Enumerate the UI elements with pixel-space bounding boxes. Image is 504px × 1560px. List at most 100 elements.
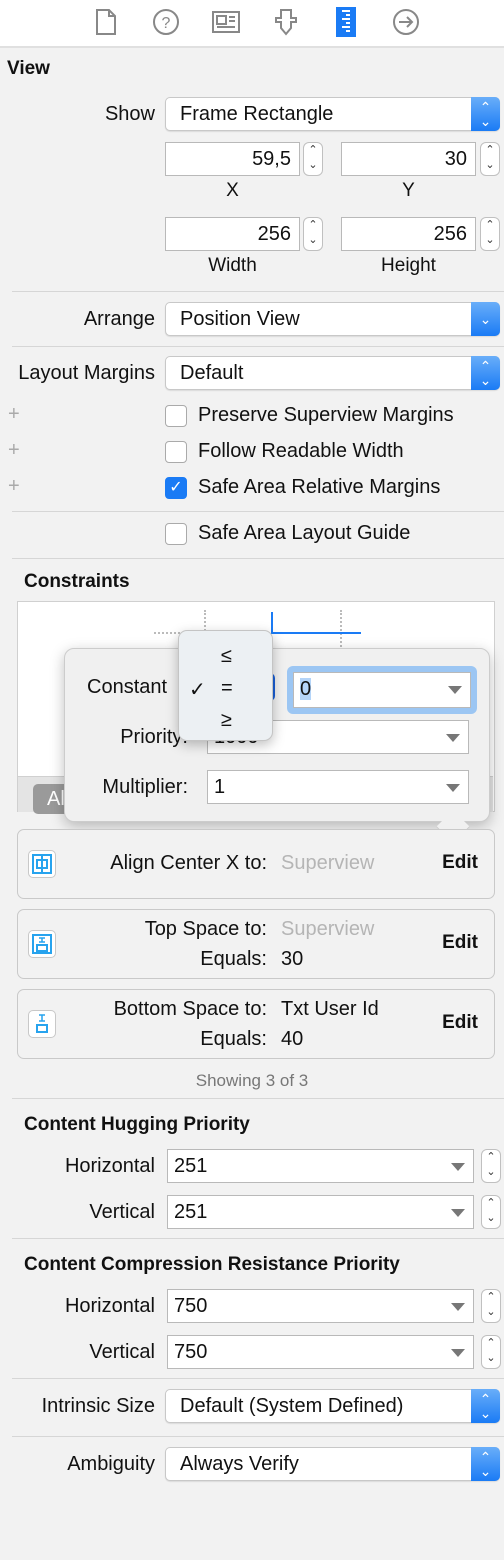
divider: [12, 346, 504, 347]
hugging-vertical-label: Vertical: [89, 1201, 155, 1223]
identity-icon[interactable]: [212, 8, 240, 36]
multiplier-label: Multiplier:: [102, 776, 188, 798]
plus-icon[interactable]: +: [8, 403, 20, 426]
intrinsic-size-label: Intrinsic Size: [41, 1395, 155, 1417]
arrange-value: Position View: [180, 308, 300, 330]
multiplier-combo[interactable]: 1: [207, 770, 469, 804]
width-label: Width: [208, 255, 257, 276]
constraint-constant: 40: [281, 1028, 304, 1050]
constraint-constant: 30: [281, 948, 304, 970]
layout-margins-popup[interactable]: Default ⌃ ⌄: [165, 356, 500, 390]
compression-vertical-combo[interactable]: 750: [167, 1335, 474, 1369]
edit-button[interactable]: Edit: [442, 852, 478, 874]
plus-icon[interactable]: +: [8, 475, 20, 498]
dropdown-arrow-icon: [451, 1209, 465, 1217]
intrinsic-size-popup[interactable]: Default (System Defined) ⌃ ⌄: [165, 1389, 500, 1423]
menu-item-equal[interactable]: =: [221, 677, 233, 700]
height-field[interactable]: 256: [341, 217, 476, 251]
divider: [12, 558, 504, 559]
constraint-label: Bottom Space to:: [113, 998, 267, 1020]
hugging-vertical-combo[interactable]: 251: [167, 1195, 474, 1229]
x-stepper[interactable]: ⌃ ⌄: [303, 142, 323, 176]
plus-icon[interactable]: +: [8, 439, 20, 462]
dropdown-arrow-icon: [451, 1163, 465, 1171]
dropdown-arrow-icon: [451, 1349, 465, 1357]
safe-area-relative-margins-checkbox[interactable]: ✓: [165, 477, 187, 499]
preserve-superview-margins-checkbox[interactable]: [165, 405, 187, 427]
constraint-row[interactable]: Top Space to: Superview Equals: 30 Edit: [17, 909, 495, 979]
showing-count: Showing 3 of 3: [195, 1071, 309, 1090]
constraint-target: Superview: [281, 918, 375, 940]
safe-area-layout-guide-checkbox[interactable]: [165, 523, 187, 545]
checkmark-icon: ✓: [189, 679, 206, 701]
constraint-row[interactable]: Bottom Space to: Txt User Id Equals: 40 …: [17, 989, 495, 1059]
compression-vertical-label: Vertical: [89, 1341, 155, 1363]
constraint-edit-popover: Constant 0 Priority: 1000 Multiplier: 1: [64, 648, 490, 844]
attributes-icon[interactable]: [272, 8, 300, 36]
ambiguity-label: Ambiguity: [67, 1453, 155, 1475]
arrange-popup[interactable]: Position View ⌄: [165, 302, 500, 336]
menu-item-greater-equal[interactable]: ≥: [221, 709, 232, 732]
dropdown-arrow-icon: [451, 1303, 465, 1311]
checkbox-label: Safe Area Layout Guide: [198, 522, 411, 544]
menu-item-less-equal[interactable]: ≤: [221, 645, 232, 668]
constraint-equals-label: Equals:: [200, 1028, 267, 1050]
divider: [12, 291, 504, 292]
size-ruler-icon[interactable]: [332, 7, 360, 37]
intrinsic-size-value: Default (System Defined): [180, 1395, 404, 1417]
constraint-target: Txt User Id: [281, 998, 379, 1020]
x-field[interactable]: 59,5: [165, 142, 300, 176]
dropdown-arrow-icon: [448, 686, 462, 694]
help-icon[interactable]: ?: [152, 8, 180, 36]
chevron-updown-icon: ⌃ ⌄: [471, 1389, 500, 1423]
y-label: Y: [402, 180, 415, 201]
constraint-row[interactable]: Align Center X to: Superview Edit: [17, 829, 495, 899]
height-stepper[interactable]: ⌃ ⌄: [480, 217, 500, 251]
multiplier-value: 1: [214, 776, 226, 798]
hugging-title: Content Hugging Priority: [24, 1114, 250, 1135]
divider: [12, 511, 504, 512]
width-stepper[interactable]: ⌃ ⌄: [303, 217, 323, 251]
constraint-target: Superview: [281, 852, 375, 874]
layout-margins-label: Layout Margins: [18, 362, 155, 384]
compression-horizontal-combo[interactable]: 750: [167, 1289, 474, 1323]
checkbox-label: Follow Readable Width: [198, 440, 404, 462]
arrange-label: Arrange: [83, 308, 155, 330]
compression-horizontal-stepper[interactable]: ⌃ ⌄: [481, 1289, 501, 1323]
constant-combo[interactable]: 0: [293, 672, 471, 708]
layout-margins-value: Default: [180, 362, 244, 384]
hugging-horizontal-combo[interactable]: 251: [167, 1149, 474, 1183]
compression-vertical-stepper[interactable]: ⌃ ⌄: [481, 1335, 501, 1369]
checkbox-label: Safe Area Relative Margins: [198, 476, 441, 498]
ambiguity-popup[interactable]: Always Verify ⌃ ⌄: [165, 1447, 500, 1481]
hugging-horizontal-label: Horizontal: [64, 1155, 155, 1177]
divider: [12, 1098, 504, 1099]
y-stepper[interactable]: ⌃ ⌄: [480, 142, 500, 176]
view-section-title: View: [7, 58, 50, 79]
connections-icon[interactable]: [392, 8, 420, 36]
constraint-equals-label: Equals:: [200, 948, 267, 970]
y-field[interactable]: 30: [341, 142, 476, 176]
value: 750: [174, 1341, 208, 1363]
compression-title: Content Compression Resistance Priority: [24, 1254, 400, 1275]
bottom-space-icon: [28, 1010, 56, 1038]
hugging-vertical-stepper[interactable]: ⌃ ⌄: [481, 1195, 501, 1229]
ambiguity-value: Always Verify: [180, 1453, 299, 1475]
top-space-icon: [28, 930, 56, 958]
chevron-down-icon: ⌄: [471, 302, 500, 336]
height-label: Height: [381, 255, 436, 276]
file-icon[interactable]: [92, 8, 120, 36]
show-popup[interactable]: Frame Rectangle ⌃ ⌄: [165, 97, 500, 131]
value: 750: [174, 1295, 208, 1317]
edit-button[interactable]: Edit: [442, 932, 478, 954]
svg-text:?: ?: [162, 15, 171, 32]
value: 251: [174, 1201, 208, 1223]
dropdown-arrow-icon: [446, 734, 460, 742]
width-field[interactable]: 256: [165, 217, 300, 251]
align-center-x-icon: [28, 850, 56, 878]
hugging-horizontal-stepper[interactable]: ⌃ ⌄: [481, 1149, 501, 1183]
dropdown-arrow-icon: [446, 784, 460, 792]
chevron-updown-icon: ⌃ ⌄: [471, 97, 500, 131]
edit-button[interactable]: Edit: [442, 1012, 478, 1034]
follow-readable-width-checkbox[interactable]: [165, 441, 187, 463]
